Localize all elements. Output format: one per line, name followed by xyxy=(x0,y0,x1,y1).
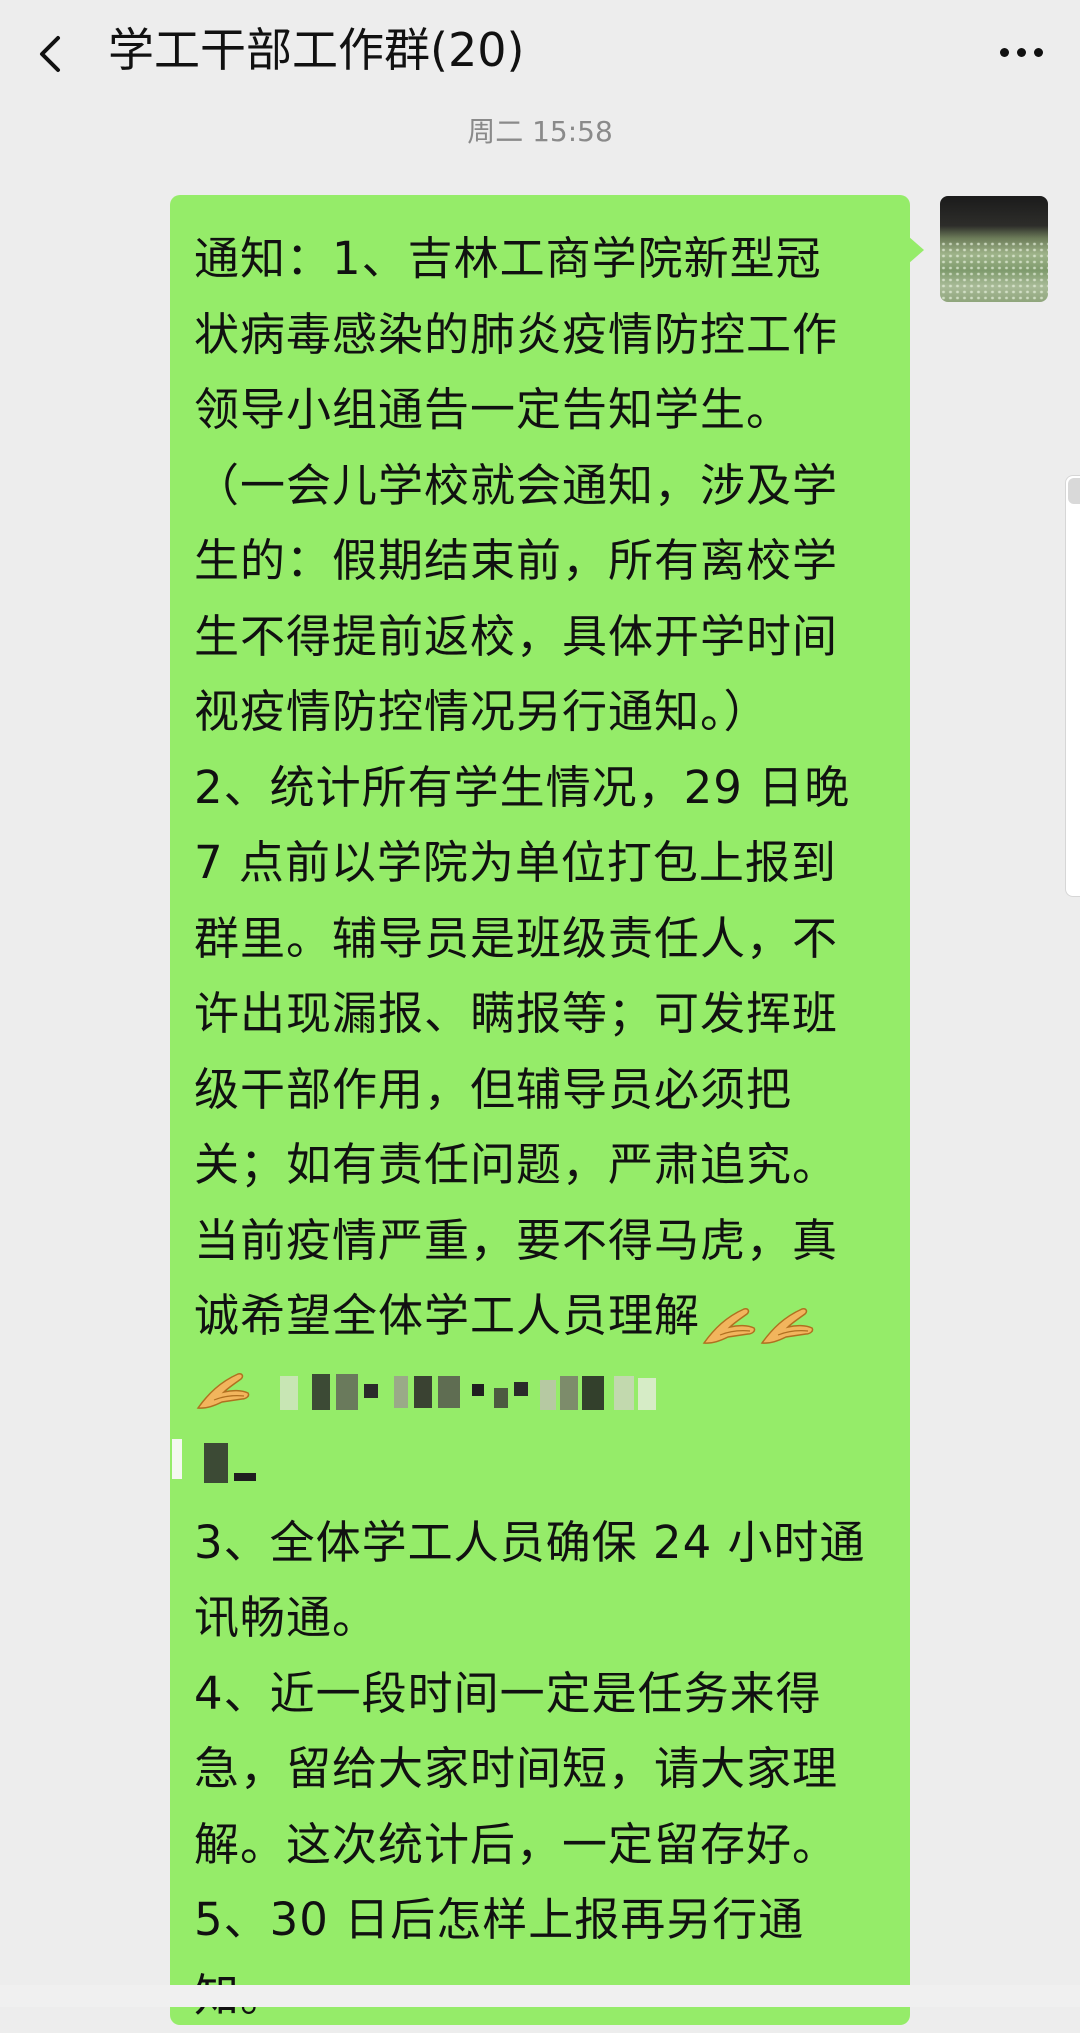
message-line: 2、统计所有学生情况，29 日晚 xyxy=(194,750,886,826)
more-dots-icon xyxy=(1017,48,1026,57)
avatar[interactable] xyxy=(940,196,1048,302)
more-dots-icon xyxy=(1034,48,1043,57)
message-line: 5、30 日后怎样上报再另行通 xyxy=(194,1882,886,1958)
message-line: 级干部作用，但辅导员必须把 xyxy=(194,1052,886,1128)
folded-hands-icon xyxy=(700,1296,758,1342)
message-line: 7 点前以学院为单位打包上报到 xyxy=(194,825,886,901)
message-line: 视疫情防控情况另行通知。） xyxy=(194,674,886,750)
message-line: 解。这次统计后，一定留存好。 xyxy=(194,1807,886,1883)
back-button[interactable] xyxy=(24,14,84,90)
more-dots-icon xyxy=(1000,48,1009,57)
message-bubble[interactable]: 通知：1、吉林工商学院新型冠状病毒感染的肺炎疫情防控工作领导小组通告一定告知学生… xyxy=(170,195,910,2025)
chat-header: 学工干部工作群(20) xyxy=(0,0,1080,104)
message-line: 通知：1、吉林工商学院新型冠 xyxy=(194,221,886,297)
message-line: 讯畅通。 xyxy=(194,1580,886,1656)
message-line: 领导小组通告一定告知学生。 xyxy=(194,372,886,448)
scrollbar-thumb[interactable] xyxy=(1068,478,1080,504)
message-line: （一会儿学校就会通知，涉及学 xyxy=(194,448,886,524)
message-line xyxy=(194,1354,886,1430)
message-line: 4、近一段时间一定是任务来得 xyxy=(194,1656,886,1732)
more-button[interactable] xyxy=(986,20,1056,80)
chat-title: 学工干部工作群(20) xyxy=(108,20,524,80)
message-timestamp: 周二 15:58 xyxy=(0,110,1080,150)
message-line: 状病毒感染的肺炎疫情防控工作 xyxy=(194,297,886,373)
bubble-tail xyxy=(908,236,924,264)
message-line: 许出现漏报、瞒报等；可发挥班 xyxy=(194,976,886,1052)
message-line: 诚希望全体学工人员理解 xyxy=(194,1278,886,1354)
message-line: 群里。辅导员是班级责任人，不 xyxy=(194,901,886,977)
redacted-mosaic xyxy=(194,1429,886,1505)
message-line: 生的：假期结束前，所有离校学 xyxy=(194,523,886,599)
folded-hands-icon xyxy=(194,1368,252,1414)
message-line: 急，留给大家时间短，请大家理 xyxy=(194,1731,886,1807)
input-bar-edge xyxy=(0,1985,1080,2007)
message-line: 生不得提前返校，具体开学时间 xyxy=(194,599,886,675)
message-line: 3、全体学工人员确保 24 小时通 xyxy=(194,1505,886,1581)
chevron-left-icon xyxy=(34,34,64,74)
message-line: 关；如有责任问题，严肃追究。 xyxy=(194,1127,886,1203)
message-line: 当前疫情严重，要不得马虎，真 xyxy=(194,1203,886,1279)
scrollbar[interactable] xyxy=(1065,475,1080,897)
folded-hands-icon xyxy=(758,1296,816,1342)
message-text: 诚希望全体学工人员理解 xyxy=(194,1289,700,1342)
